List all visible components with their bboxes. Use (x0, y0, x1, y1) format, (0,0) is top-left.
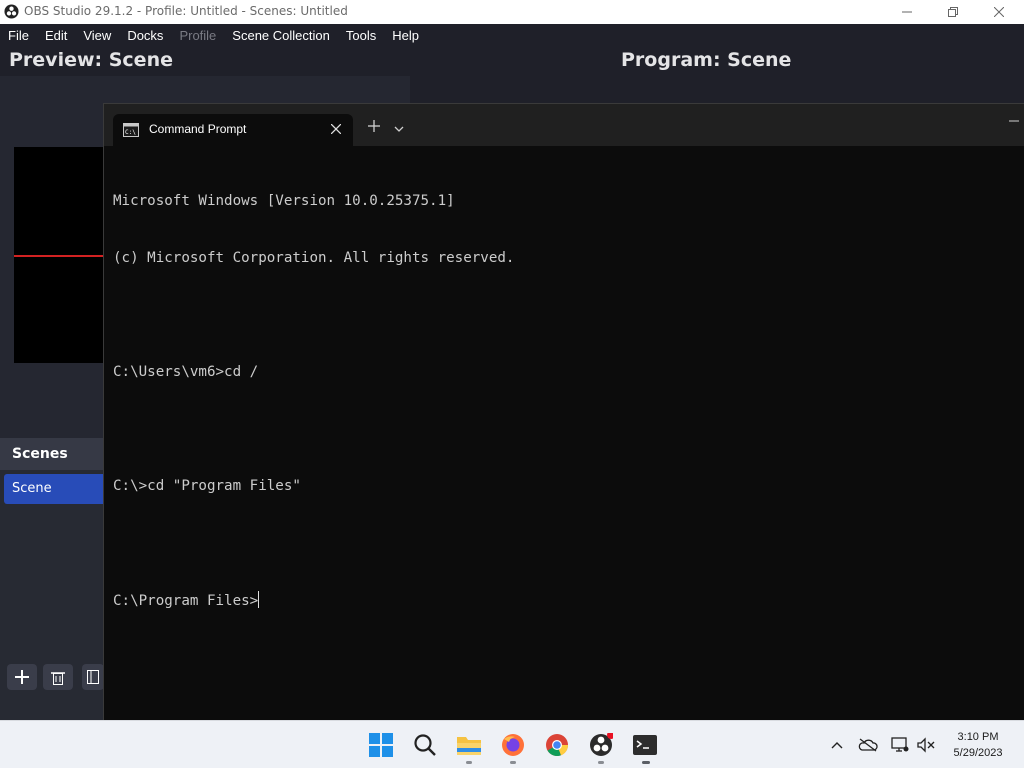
menu-scene-collection[interactable]: Scene Collection (232, 28, 330, 43)
text-cursor (258, 591, 260, 608)
plus-icon (15, 670, 29, 684)
terminal-minimize-button[interactable] (1009, 114, 1024, 134)
cmd-icon: C:\ (123, 123, 139, 137)
program-title: Program: Scene (621, 49, 792, 71)
chrome-button[interactable] (543, 731, 571, 759)
menu-edit[interactable]: Edit (45, 28, 67, 43)
terminal-line: Microsoft Windows [Version 10.0.25375.1] (113, 193, 455, 209)
obs-close-button[interactable] (976, 0, 1022, 24)
scenes-dock-header: Scenes (0, 438, 110, 470)
running-indicator (510, 761, 516, 764)
obs-minimize-button[interactable] (884, 0, 930, 24)
firefox-button[interactable] (499, 731, 527, 759)
show-hidden-icons-button[interactable] (827, 735, 847, 755)
taskbar: 3:10 PM 5/29/2023 (0, 720, 1024, 768)
scene-filters-button[interactable] (82, 664, 104, 690)
trash-icon (51, 671, 65, 685)
close-icon (330, 123, 342, 135)
close-icon (994, 7, 1004, 17)
terminal-prompt: C:\Program Files> (113, 593, 259, 609)
onedrive-icon (858, 738, 878, 752)
menu-tools[interactable]: Tools (346, 28, 376, 43)
plus-icon (368, 120, 380, 132)
terminal-tab-label: Command Prompt (149, 122, 247, 136)
start-button[interactable] (367, 731, 395, 759)
running-indicator (466, 761, 472, 764)
terminal-icon (633, 735, 657, 755)
system-clock[interactable]: 3:10 PM 5/29/2023 (940, 729, 1016, 761)
windows-start-icon (369, 733, 393, 757)
clock-time: 3:10 PM (957, 731, 999, 743)
search-button[interactable] (411, 731, 439, 759)
terminal-window: C:\ Command Prompt Microsoft Windows [Ve… (103, 103, 1024, 720)
obs-studio-icon (590, 733, 613, 756)
volume-tray-button[interactable] (916, 735, 936, 755)
terminal-line: (c) Microsoft Corporation. All rights re… (113, 250, 515, 266)
menu-file[interactable]: File (8, 28, 29, 43)
running-indicator (642, 761, 650, 764)
file-explorer-button[interactable] (455, 731, 483, 759)
terminal-prompt-line[interactable]: C:\Program Files> (113, 591, 1013, 610)
chevron-down-icon (394, 126, 404, 132)
search-icon (414, 734, 436, 756)
scene-list-item[interactable]: Scene (4, 474, 110, 504)
svg-text:C:\: C:\ (125, 129, 136, 136)
obs-window-title: OBS Studio 29.1.2 - Profile: Untitled - … (24, 4, 348, 18)
terminal-output[interactable]: Microsoft Windows [Version 10.0.25375.1]… (113, 154, 1013, 648)
running-indicator (598, 761, 604, 764)
minimize-icon (1009, 120, 1019, 122)
menu-profile[interactable]: Profile (179, 28, 216, 43)
chevron-up-icon (831, 742, 843, 749)
preview-title: Preview: Scene (9, 49, 173, 71)
new-tab-button[interactable] (364, 117, 384, 137)
terminal-line: C:\>cd "Program Files" (113, 478, 301, 494)
close-tab-button[interactable] (327, 120, 345, 138)
terminal-button[interactable] (631, 731, 659, 759)
restore-icon (948, 7, 958, 17)
menu-help[interactable]: Help (392, 28, 419, 43)
menu-view[interactable]: View (83, 28, 111, 43)
volume-muted-icon (917, 737, 935, 753)
firefox-icon (502, 734, 524, 756)
minimize-icon (902, 11, 912, 13)
obs-logo-icon (4, 4, 19, 19)
clock-date: 5/29/2023 (953, 747, 1003, 759)
terminal-tab-bar: C:\ Command Prompt (104, 104, 1024, 146)
filter-icon (87, 670, 99, 684)
menu-docks[interactable]: Docks (127, 28, 163, 43)
chrome-icon (546, 734, 569, 757)
preview-selection-line (14, 255, 114, 257)
obs-title-bar: OBS Studio 29.1.2 - Profile: Untitled - … (0, 0, 1024, 24)
terminal-tab[interactable]: C:\ Command Prompt (113, 114, 353, 146)
obs-menu-bar: File Edit View Docks Profile Scene Colle… (0, 24, 1024, 46)
network-tray-button[interactable] (890, 735, 910, 755)
onedrive-tray-button[interactable] (858, 735, 878, 755)
add-scene-button[interactable] (7, 664, 37, 690)
tab-dropdown-button[interactable] (394, 119, 410, 135)
terminal-line: C:\Users\vm6>cd / (113, 364, 259, 380)
network-icon (891, 737, 909, 752)
file-explorer-icon (457, 737, 481, 755)
obs-restore-button[interactable] (930, 0, 976, 24)
remove-scene-button[interactable] (43, 664, 73, 690)
obs-studio-button[interactable] (587, 731, 615, 759)
